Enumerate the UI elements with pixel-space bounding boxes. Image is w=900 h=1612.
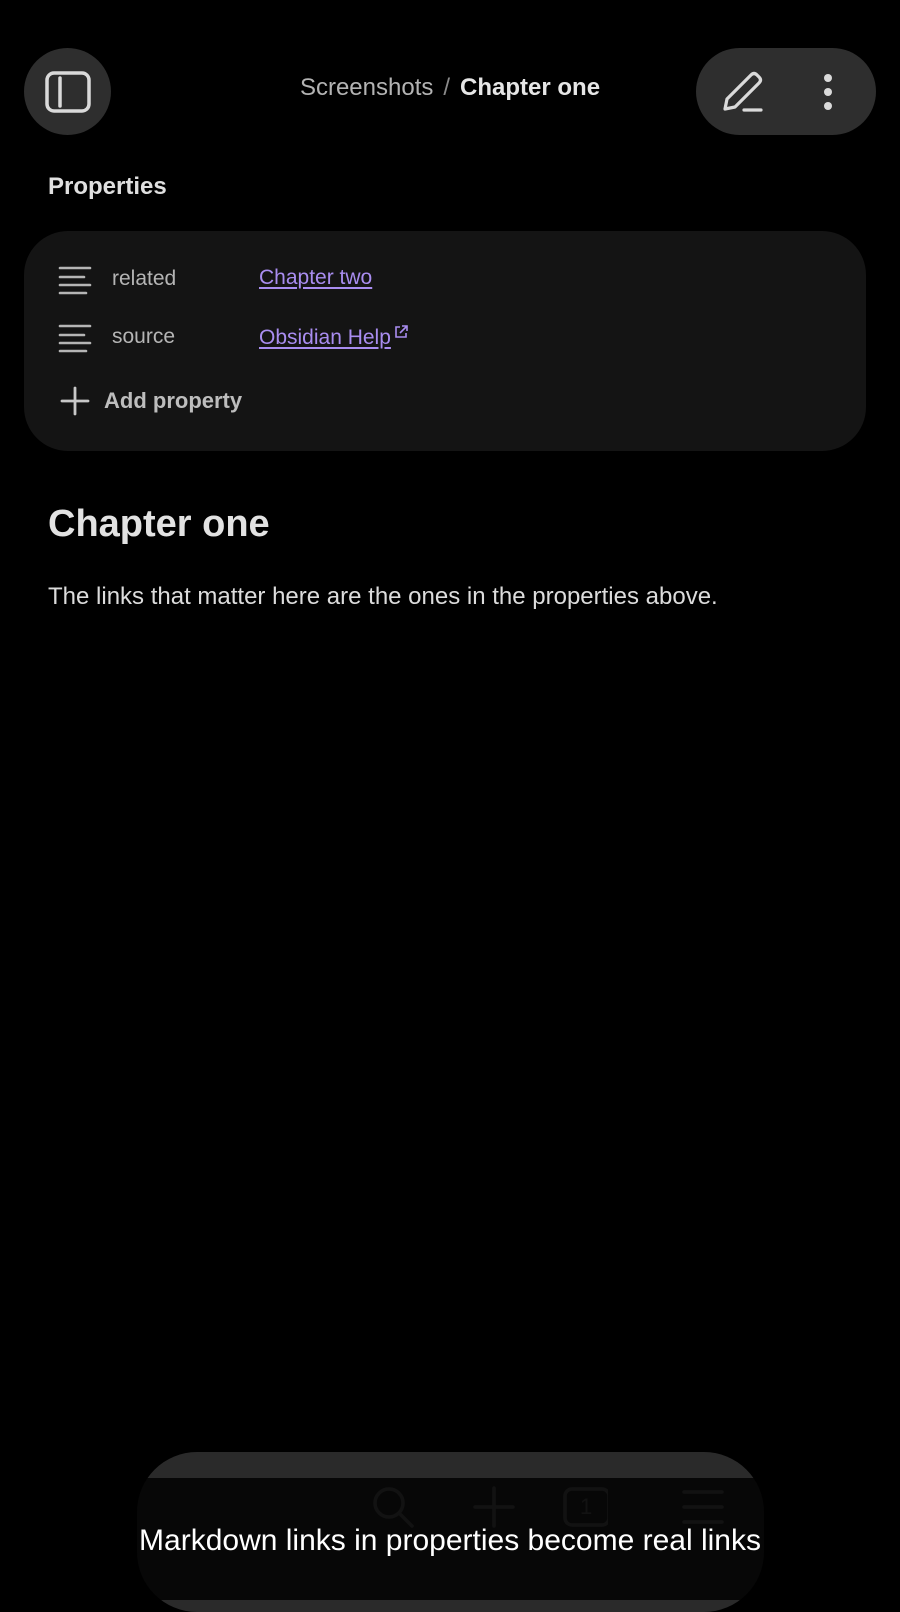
plus-icon <box>60 386 90 416</box>
breadcrumb-parent[interactable]: Screenshots <box>300 74 433 101</box>
property-row-source: source Obsidian Help <box>24 319 866 363</box>
edit-button[interactable] <box>716 66 768 118</box>
breadcrumb-current[interactable]: Chapter one <box>460 74 600 101</box>
property-key[interactable]: source <box>112 325 175 349</box>
properties-heading[interactable]: Properties <box>48 173 167 201</box>
property-value-link-wrap[interactable]: Obsidian Help <box>259 324 409 350</box>
breadcrumb-separator: / <box>443 74 451 101</box>
external-link-icon <box>395 325 408 338</box>
property-key[interactable]: related <box>112 267 176 291</box>
property-row-related: related Chapter two <box>24 261 866 305</box>
note-paragraph[interactable]: The links that matter here are the ones … <box>48 583 718 611</box>
header-actions <box>696 48 876 135</box>
caption-text: Markdown links in properties become real… <box>139 1524 761 1557</box>
properties-panel: related Chapter two source Obsidian Help… <box>24 231 866 451</box>
more-vertical-icon <box>824 74 832 110</box>
more-options-button[interactable] <box>806 66 850 118</box>
text-lines-icon[interactable] <box>58 265 92 295</box>
note-title[interactable]: Chapter one <box>48 503 270 546</box>
property-value-link[interactable]: Obsidian Help <box>259 326 391 349</box>
add-property-label: Add property <box>104 388 243 413</box>
text-lines-icon[interactable] <box>58 323 92 353</box>
pencil-icon <box>723 71 763 112</box>
add-property-button[interactable]: Add property <box>60 379 242 423</box>
property-value-link[interactable]: Chapter two <box>259 266 372 290</box>
